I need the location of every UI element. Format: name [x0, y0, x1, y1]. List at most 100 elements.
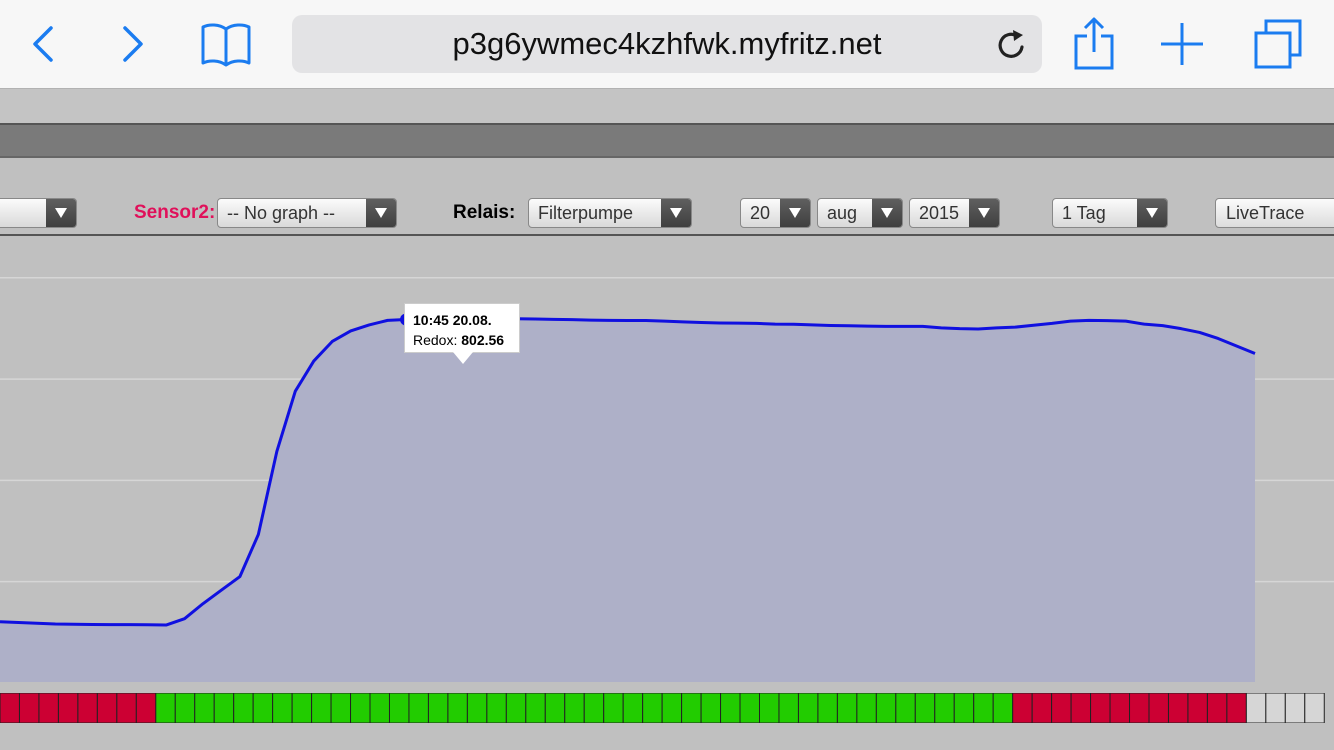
tooltip-value-row: Redox: 802.56: [413, 330, 519, 350]
relay-cell: [447, 693, 468, 723]
relay-cell: [778, 693, 799, 723]
relay-cell: [1129, 693, 1150, 723]
new-tab-icon[interactable]: [1152, 14, 1212, 74]
bookmarks-icon[interactable]: [196, 14, 256, 74]
relay-cell: [700, 693, 722, 723]
relay-cell: [797, 693, 819, 723]
range-select[interactable]: 1 Tag: [1052, 198, 1168, 228]
relay-cell: [1051, 693, 1072, 723]
relay-cell: [135, 693, 157, 723]
chevron-down-icon: [46, 199, 76, 227]
relay-cell: [0, 693, 20, 723]
relay-cell: [564, 693, 585, 723]
relay-cell: [1148, 693, 1169, 723]
relay-cell: [96, 693, 118, 723]
share-icon[interactable]: [1064, 14, 1124, 74]
month-value: aug: [827, 203, 858, 223]
relay-cell: [895, 693, 916, 723]
relay-cell: [1012, 693, 1033, 723]
relay-cell: [720, 693, 741, 723]
tooltip-arrow: [453, 352, 473, 364]
relay-cell: [116, 693, 137, 723]
relay-cell: [330, 693, 352, 723]
relay-cell: [836, 693, 858, 723]
day-value: 20: [750, 203, 771, 223]
range-value: 1 Tag: [1062, 203, 1106, 223]
relay-cell: [252, 693, 274, 723]
relay-cell: [934, 693, 955, 723]
relay-cell: [408, 693, 429, 723]
back-icon[interactable]: [14, 14, 74, 74]
relay-cell: [369, 693, 390, 723]
year-select[interactable]: 2015: [909, 198, 1000, 228]
menu-bar: [0, 123, 1334, 158]
relay-cell: [1070, 693, 1092, 723]
forward-icon[interactable]: [102, 14, 162, 74]
relay-cell: [350, 693, 371, 723]
url-text[interactable]: p3g6ywmec4kzhfwk.myfritz.net: [292, 15, 1042, 73]
tabs-icon[interactable]: [1247, 14, 1307, 74]
relay-cell: [57, 693, 79, 723]
relay-cell: [953, 693, 975, 723]
redox-chart[interactable]: [0, 236, 1334, 682]
tooltip-value: 802.56: [461, 332, 505, 348]
address-bar[interactable]: p3g6ywmec4kzhfwk.myfritz.net: [292, 15, 1042, 73]
sensor1-select[interactable]: [0, 198, 77, 228]
relay-cell: [1109, 693, 1131, 723]
tooltip-series-label: Redox:: [413, 332, 458, 348]
relay-cell: [1206, 693, 1228, 723]
relais-select[interactable]: Filterpumpe: [528, 198, 692, 228]
reload-icon[interactable]: [992, 24, 1032, 64]
relay-cell: [759, 693, 780, 723]
relay-cell: [213, 693, 235, 723]
chevron-down-icon: [366, 199, 396, 227]
relay-cell: [583, 693, 605, 723]
relay-cell: [155, 693, 176, 723]
relay-cell: [38, 693, 59, 723]
relay-cell: [1167, 693, 1189, 723]
chart-tooltip: 10:45 20.08. Redox: 802.56: [404, 303, 520, 364]
month-select[interactable]: aug: [817, 198, 903, 228]
relay-cell: [525, 693, 546, 723]
relay-cell: [1187, 693, 1208, 723]
livetrace-button[interactable]: LiveTrace: [1215, 198, 1334, 228]
relay-cell: [18, 693, 40, 723]
day-select[interactable]: 20: [740, 198, 811, 228]
relay-cell: [466, 693, 488, 723]
relay-cell: [1304, 693, 1325, 723]
relay-cell: [642, 693, 663, 723]
relay-cell: [622, 693, 644, 723]
relay-cell: [992, 693, 1014, 723]
relay-cell: [1245, 693, 1267, 723]
sensor2-select[interactable]: -- No graph --: [217, 198, 397, 228]
relay-cell: [388, 693, 410, 723]
relay-cell: [272, 693, 293, 723]
relay-cell: [544, 693, 566, 723]
relay-cell: [291, 693, 313, 723]
relay-cell: [914, 693, 936, 723]
relais-value: Filterpumpe: [538, 203, 634, 223]
sensor2-label: Sensor2:: [134, 202, 216, 223]
relay-cell: [739, 693, 761, 723]
relay-cell: [817, 693, 838, 723]
relay-cell: [1265, 693, 1286, 723]
tooltip-time: 10:45 20.08.: [413, 312, 492, 328]
relay-state-bar: [0, 693, 1325, 723]
chevron-down-icon: [780, 199, 810, 227]
relay-cell: [194, 693, 215, 723]
relay-cell: [603, 693, 624, 723]
relay-cell: [505, 693, 527, 723]
relay-cell: [77, 693, 98, 723]
relay-cell: [875, 693, 897, 723]
relay-cell: [427, 693, 449, 723]
relay-cell: [1031, 693, 1053, 723]
relay-cell: [311, 693, 332, 723]
sensor2-value: -- No graph --: [227, 203, 336, 223]
relay-cell: [1226, 693, 1247, 723]
relay-cell: [174, 693, 196, 723]
chevron-down-icon: [969, 199, 999, 227]
relay-cell: [681, 693, 702, 723]
chevron-down-icon: [872, 199, 902, 227]
relay-cell: [973, 693, 994, 723]
relay-cell: [233, 693, 254, 723]
